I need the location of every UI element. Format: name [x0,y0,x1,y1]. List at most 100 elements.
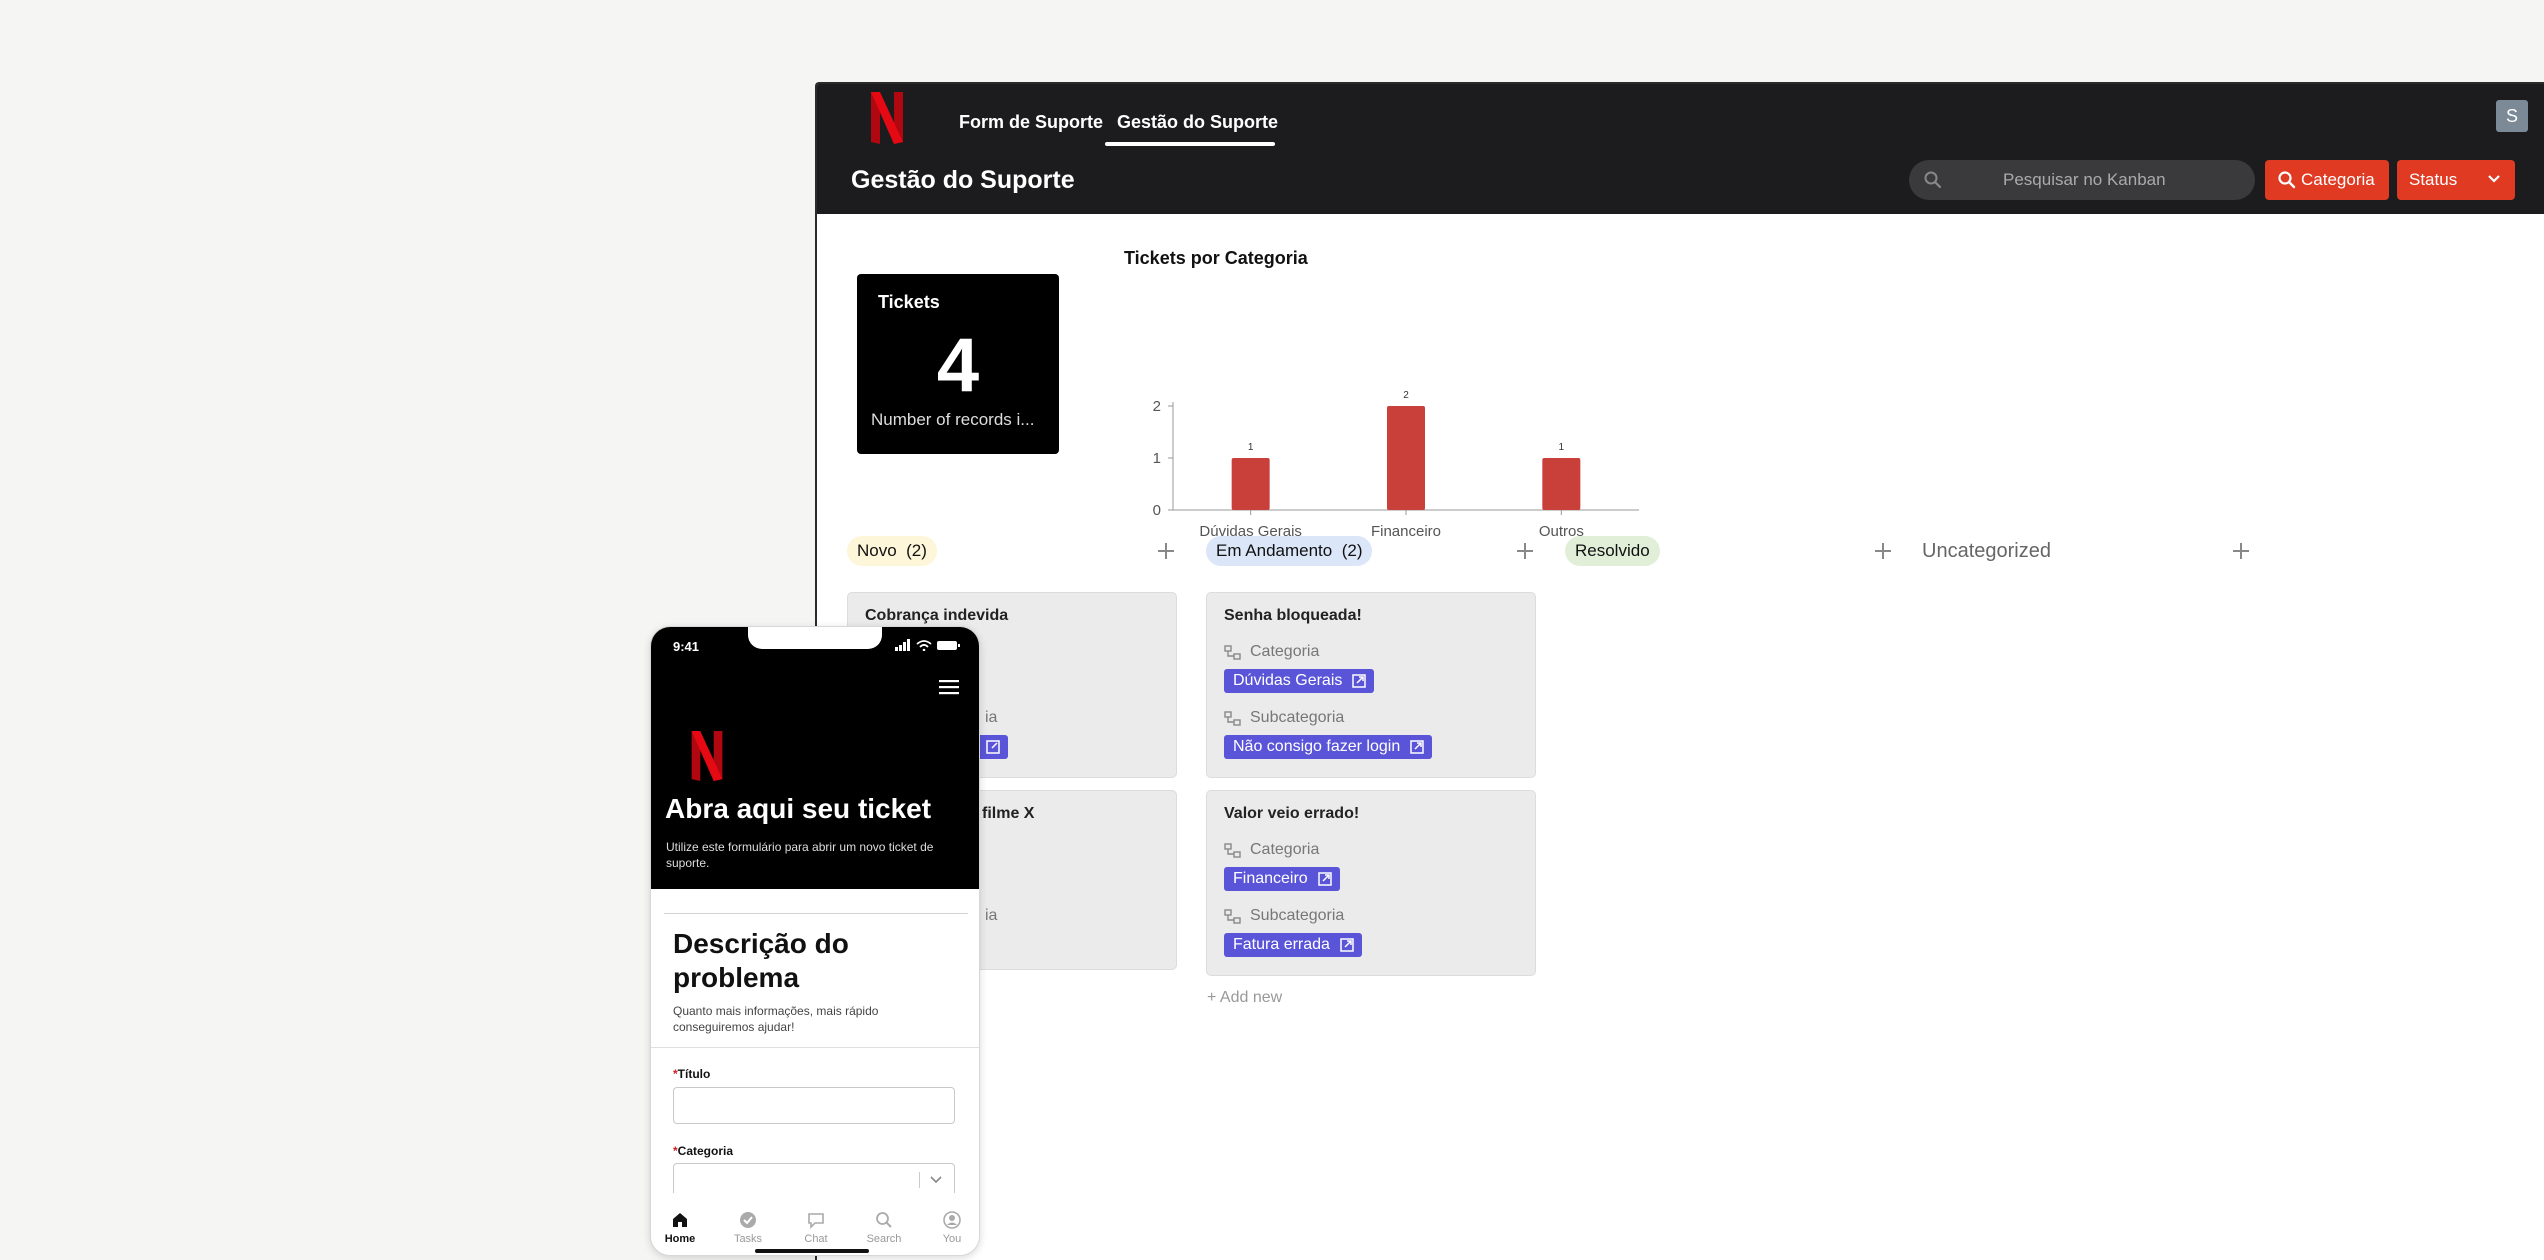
card-category-tag[interactable]: Financeiro [1224,867,1340,891]
data-label: 1 [1248,442,1254,453]
column-header-em-andamento: Em Andamento (2) [1206,536,1373,566]
card-subcategory-tag[interactable]: Não consigo fazer login [1224,735,1433,759]
netflix-logo-icon [691,731,723,781]
card-subcategory-tag[interactable]: Fatura errada [1224,933,1362,957]
nav-search[interactable]: Search [859,1211,909,1245]
status-button-label: Status [2409,170,2458,189]
status-bar-icons [895,639,960,651]
field-label-text: ia [985,709,998,726]
hero-subtitle: Utilize este formulário para abrir um no… [666,840,934,870]
check-circle-icon [740,1212,756,1228]
column-header-resolvido: Resolvido [1565,536,1660,566]
field-label-text: Subcategoria [1250,907,1345,924]
column-header-novo: Novo (2) [847,536,937,566]
phone-notch [748,627,882,649]
card-title: Valor veio errado! [1224,805,1360,822]
user-avatar[interactable]: S [2496,100,2528,132]
external-link-icon [1352,674,1367,688]
hierarchy-icon [1224,909,1241,924]
card-title: Senha bloqueada! [1224,607,1362,624]
section-title: Descrição do problema [673,928,849,993]
category-button-label: Categoria [2301,170,2375,189]
title-input[interactable] [673,1087,955,1124]
external-link-icon [1410,740,1424,754]
nav-label: Chat [804,1233,828,1245]
tickets-kpi-card: Tickets 4 Number of records i... [857,274,1059,454]
status-filter-button[interactable]: Status [2397,160,2515,200]
chat-icon [808,1213,824,1229]
search-icon [876,1212,892,1228]
data-label: 1 [1559,442,1565,453]
tab-form-de-suporte[interactable]: Form de Suporte [959,110,1103,134]
column-label: Em Andamento [1216,541,1333,560]
x-tick-label: Financeiro [1371,523,1441,540]
nav-you[interactable]: You [927,1211,977,1245]
field-label-text: Categoria [1250,841,1320,858]
section-subtitle: Quanto mais informações, mais rápido con… [673,1004,879,1034]
nav-home[interactable]: Home [655,1211,705,1245]
home-indicator [755,1249,869,1253]
card-category-tag[interactable]: Dúvidas Gerais [1224,669,1375,693]
add-new-label: Add new [1219,989,1283,1006]
top-bar: Form de Suporte Gestão do Suporte S Gest… [817,84,2544,214]
select-separator [919,1172,920,1188]
card-title: Cobrança indevida [865,607,1009,624]
add-card-novo-icon[interactable] [1153,538,1179,564]
category-select[interactable] [673,1163,955,1193]
search-icon [1924,171,1942,189]
mobile-hero: 9:41 Abra aqui seu ticket Utilize este f… [651,627,979,889]
mobile-bottom-nav: Home Tasks Chat Search You [651,1197,979,1255]
kanban-card[interactable]: Valor veio errado! Categoria Financeiro … [1206,790,1536,976]
add-card-em-andamento-icon[interactable] [1512,538,1538,564]
field-label-text: Categoria [1250,643,1320,660]
kanban-search-input[interactable]: Pesquisar no Kanban [1909,160,2255,200]
hierarchy-icon [1224,711,1241,726]
hierarchy-icon [1224,645,1241,660]
add-new-card-button[interactable]: + Add new [1207,989,1282,1007]
add-card-resolvido-icon[interactable] [1870,538,1896,564]
tickets-by-category-chart: 012Dúvidas Gerais1Financeiro2Outros1 [1153,390,1639,540]
search-placeholder: Pesquisar no Kanban [2003,170,2166,189]
mobile-preview: 9:41 Abra aqui seu ticket Utilize este f… [650,626,980,1256]
nav-label: Search [866,1233,902,1245]
kpi-subtitle: Number of records i... [871,410,1035,429]
nav-label: You [942,1233,962,1245]
external-link-icon [1317,872,1332,886]
active-tab-indicator [1105,142,1275,146]
field-label-text: Subcategoria [1250,709,1345,726]
title-field-label: *Título [673,1067,710,1081]
column-label: Resolvido [1575,541,1650,560]
hierarchy-icon [1224,843,1241,858]
y-tick-label: 1 [1153,450,1161,467]
bar [1231,458,1270,510]
add-card-uncategorized-icon[interactable] [2228,538,2254,564]
kpi-title: Tickets [878,292,940,312]
bar [1387,406,1425,510]
kpi-value: 4 [936,323,980,408]
tag-text: Fatura errada [1233,936,1330,953]
hamburger-menu-icon[interactable] [939,679,959,695]
y-tick-label: 0 [1153,502,1161,519]
category-filter-button[interactable]: Categoria [2265,160,2389,200]
y-tick-label: 2 [1153,398,1161,415]
external-link-icon [986,740,1000,754]
column-count: (2) [1341,541,1363,560]
hero-title: Abra aqui seu ticket [665,793,932,824]
card-title: filme X [982,805,1035,822]
chevron-down-icon [930,1176,942,1184]
nav-label: Tasks [733,1233,763,1245]
kanban-card[interactable]: Senha bloqueada! Categoria Dúvidas Gerai… [1206,592,1536,778]
tab-gestao-do-suporte[interactable]: Gestão do Suporte [1117,110,1278,134]
chevron-down-icon [2488,175,2500,183]
nav-chat[interactable]: Chat [791,1211,841,1245]
desktop-window: Form de Suporte Gestão do Suporte S Gest… [815,82,2544,1260]
nav-tasks[interactable]: Tasks [723,1211,773,1245]
netflix-logo-icon[interactable] [871,92,903,144]
divider [651,1047,979,1048]
external-link-icon [1340,938,1354,952]
label-text: Título [677,1067,711,1081]
tag-text: Dúvidas Gerais [1233,672,1343,689]
category-field-label: *Categoria [673,1144,733,1158]
bar [1542,458,1581,510]
home-icon [673,1213,687,1227]
